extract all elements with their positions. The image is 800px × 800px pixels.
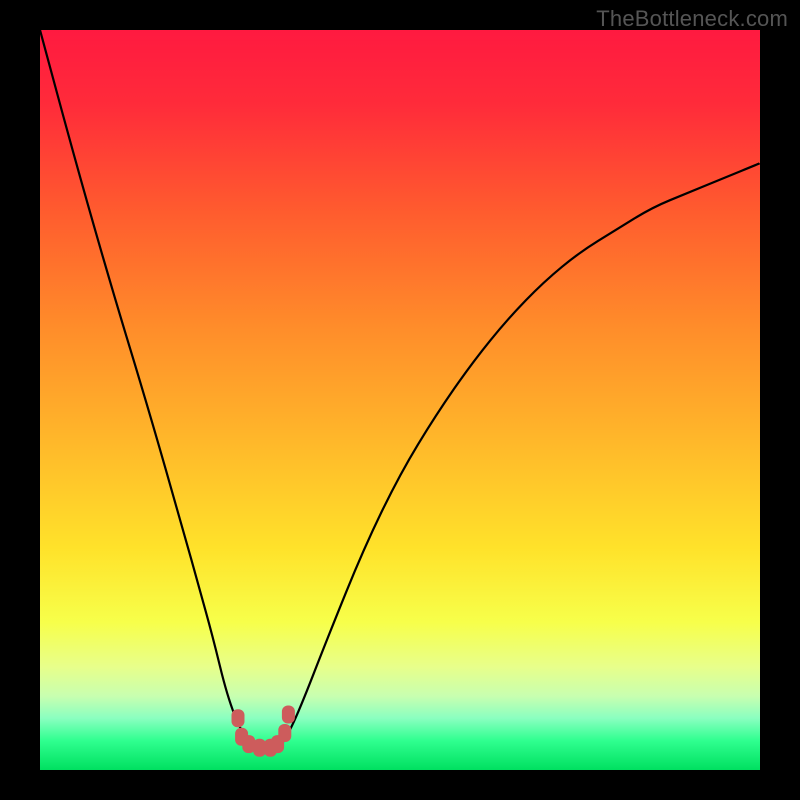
watermark-text: TheBottleneck.com bbox=[596, 6, 788, 32]
data-marker bbox=[232, 709, 245, 727]
data-marker bbox=[282, 706, 295, 724]
chart-svg bbox=[40, 30, 760, 770]
chart-container: TheBottleneck.com bbox=[0, 0, 800, 800]
plot-area bbox=[40, 30, 760, 770]
gradient-background bbox=[40, 30, 760, 770]
data-marker bbox=[278, 724, 291, 742]
